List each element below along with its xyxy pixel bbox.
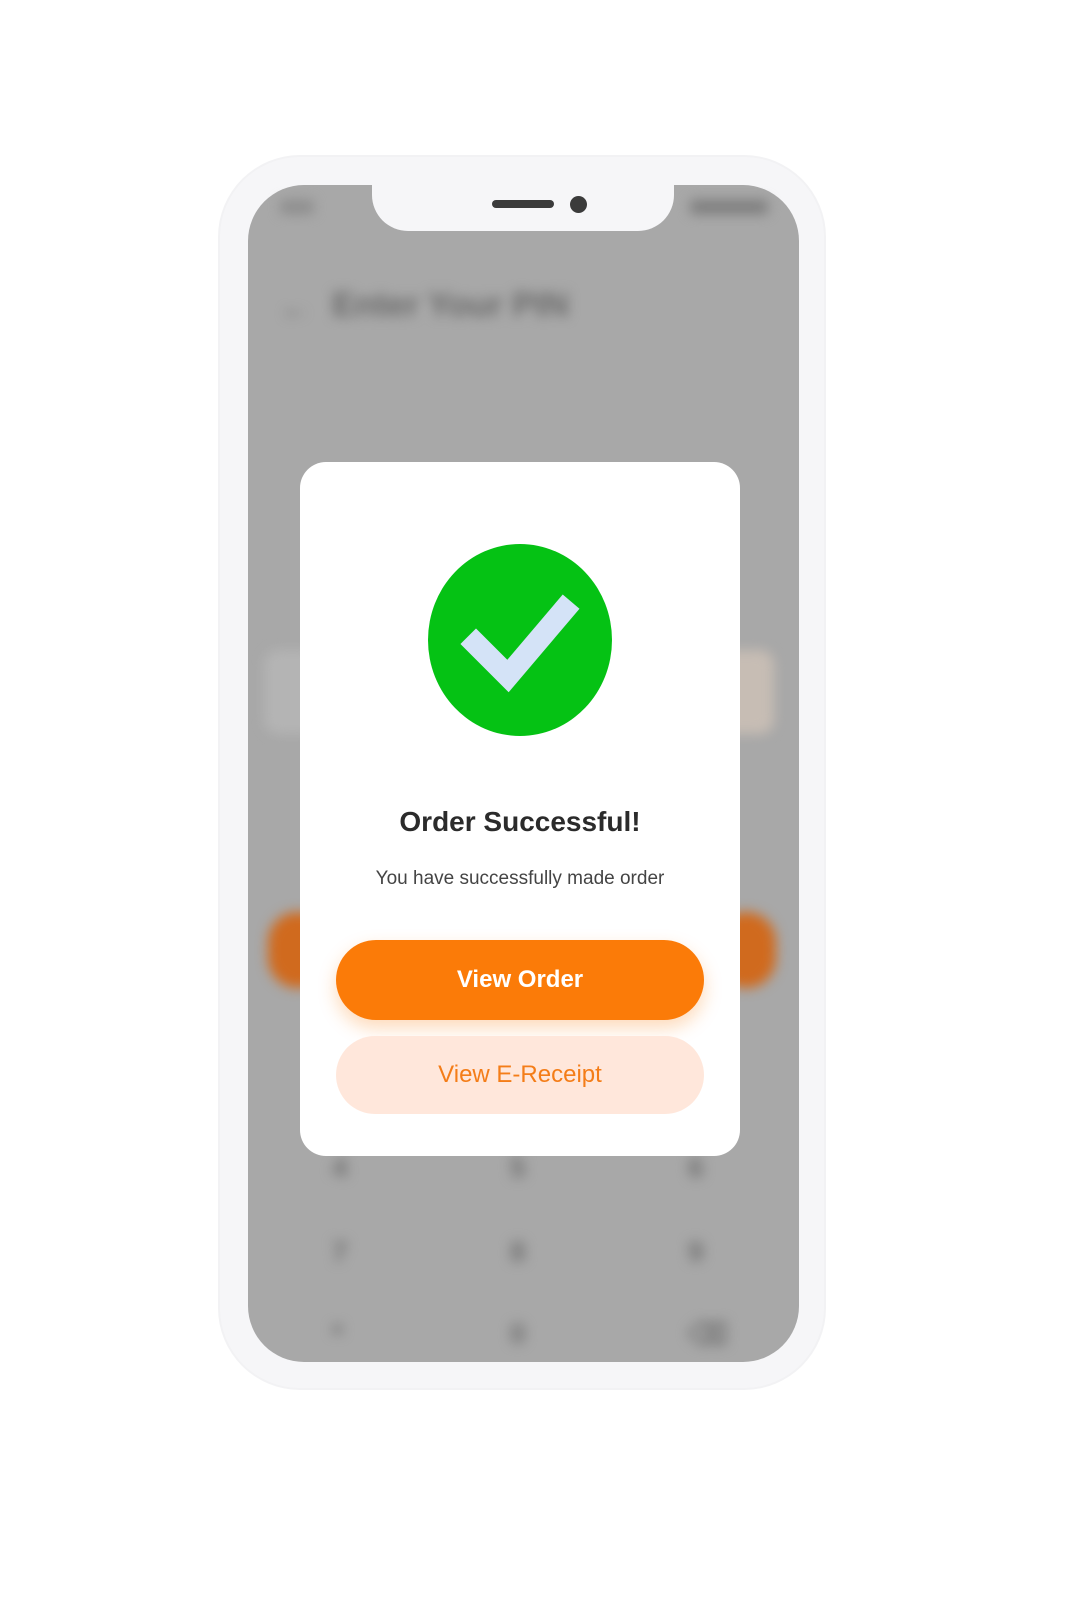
phone-notch [372,185,674,231]
arrow-left-icon[interactable]: ← [280,292,310,326]
keypad-key[interactable]: 8 [510,1236,526,1268]
status-time [280,200,314,214]
keypad-key[interactable]: 9 [688,1236,704,1268]
speaker-icon [492,200,554,208]
status-icons [690,200,768,214]
keypad-key[interactable]: 4 [332,1152,348,1184]
keypad-key[interactable]: 7 [332,1236,348,1268]
modal-subtitle: You have successfully made order [375,868,665,889]
stage: ← Enter Your PIN 4 5 6 7 8 9 * 0 ⌫ Order… [0,0,1067,1600]
keypad-key[interactable]: ⌫ [688,1318,728,1351]
keypad-key[interactable]: 6 [688,1152,704,1184]
keypad-key[interactable]: 0 [510,1318,526,1350]
keypad-key[interactable]: * [332,1318,343,1350]
modal-title: Order Successful! [399,806,641,837]
check-circle-icon [428,544,612,736]
view-order-button[interactable]: View Order [336,940,704,1020]
checkmark-icon [460,594,580,693]
view-e-receipt-button[interactable]: View E-Receipt [336,1036,704,1114]
keypad-key[interactable]: 5 [510,1152,526,1184]
camera-icon [570,196,587,213]
header-title: Enter Your PIN [332,286,569,324]
